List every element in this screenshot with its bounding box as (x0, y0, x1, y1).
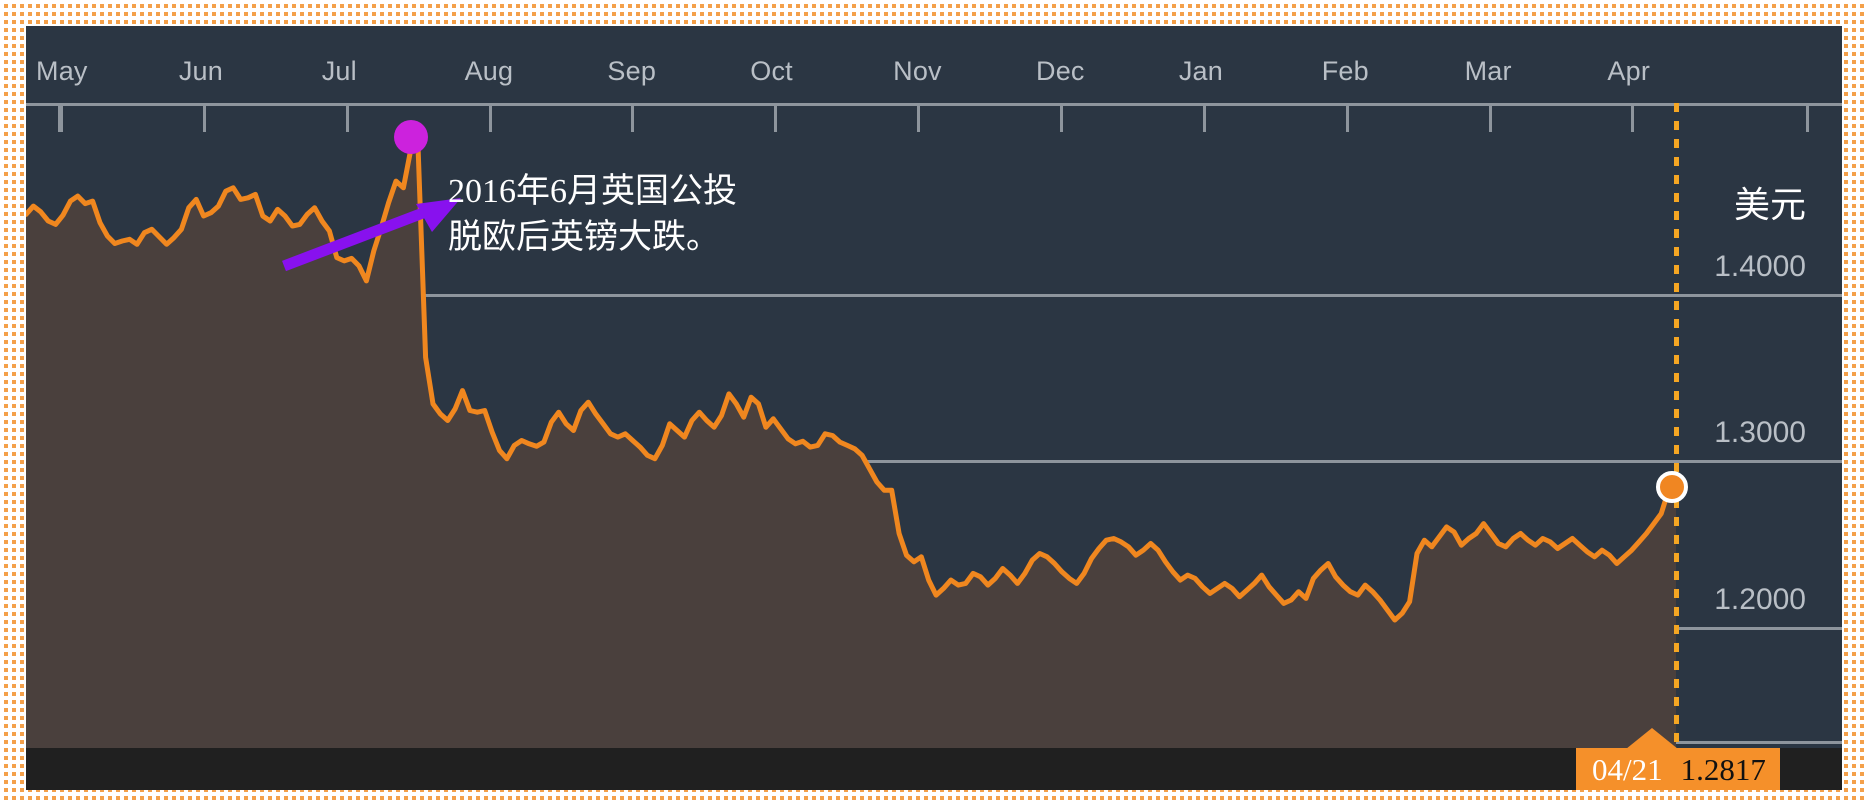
y-axis-label: 1.4000 (1714, 250, 1806, 284)
badge-value: 1.2817 (1680, 751, 1766, 787)
y-axis-label: 1.3000 (1714, 416, 1806, 450)
chart-canvas: May Jun Jul Aug Sep Oct Nov Dec Jan Feb Mar Apr 1.4… (26, 26, 1842, 778)
annotation-line-1: 2016年6月英国公投 (448, 173, 737, 210)
brexit-event-marker (393, 119, 428, 154)
y-axis-title: 美元 (1733, 185, 1806, 225)
image-frame: May Jun Jul Aug Sep Oct Nov Dec Jan Feb Mar Apr 1.4… (0, 0, 1868, 804)
annotation-text: 2016年6月英国公投 脱欧后英镑大跌。 (448, 169, 737, 261)
annotation-arrow-icon (282, 198, 461, 272)
current-value-marker (1656, 470, 1688, 503)
annotation-line-2: 脱欧后英镑大跌。 (448, 218, 720, 256)
bottom-strip (26, 748, 1842, 790)
price-series (26, 147, 1679, 778)
badge-pointer-icon (1626, 728, 1678, 749)
area-fill (26, 149, 1676, 778)
y-axis-label: 1.2000 (1714, 582, 1806, 616)
current-value-badge: 04/21 1.2817 (1576, 748, 1780, 790)
badge-date: 04/21 (1592, 751, 1663, 787)
current-date-line (1674, 103, 1679, 743)
